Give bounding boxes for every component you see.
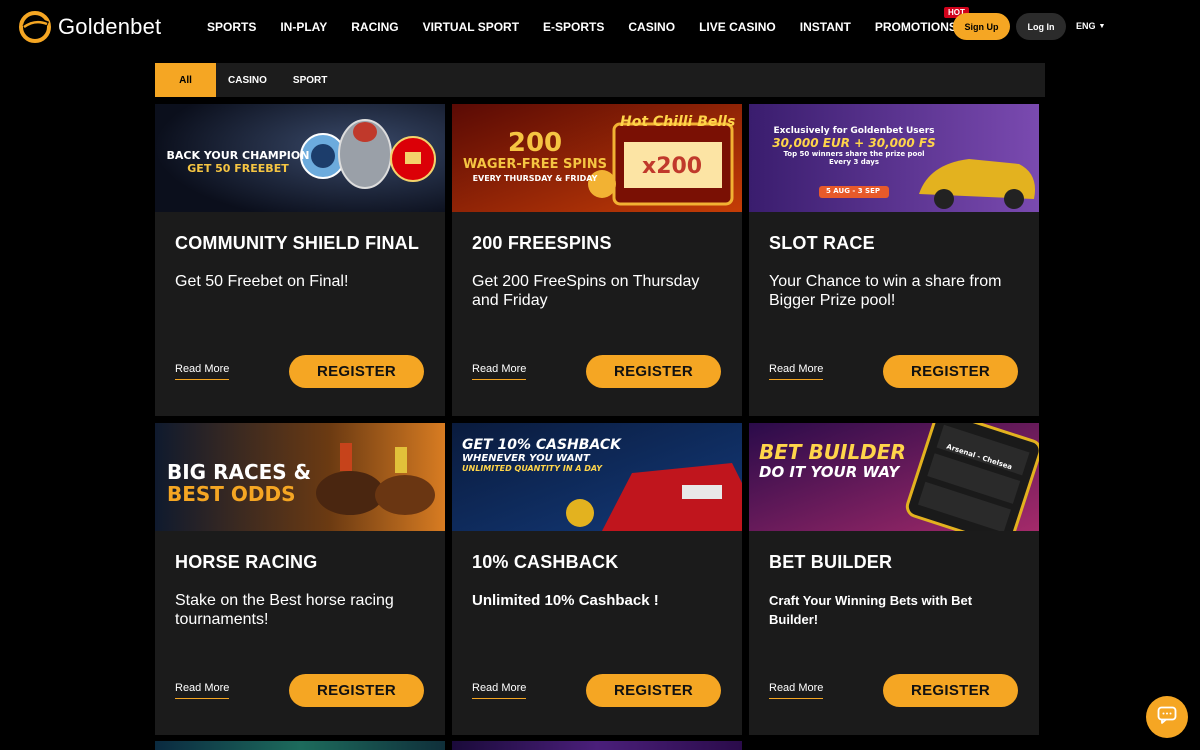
banner-text: BET BUILDER [759, 440, 906, 464]
language-selector[interactable]: ENG ▼ [1076, 21, 1105, 31]
banner-text: DO IT YOUR WAY [759, 463, 900, 481]
card-description: Your Chance to win a share from Bigger P… [769, 273, 1002, 309]
promo-banner-slot-race[interactable]: Exclusively for Goldenbet Users 30,000 E… [749, 104, 1039, 212]
read-more-link[interactable]: Read More [769, 363, 824, 380]
promo-card-cashback: GET 10% CASHBACK WHENEVER YOU WANT UNLIM… [452, 423, 742, 735]
banner-text: Top 50 winners share the prize pool [783, 150, 925, 158]
banner-text: WHENEVER YOU WANT [462, 453, 590, 464]
nav-live-casino[interactable]: LIVE CASINO [699, 20, 776, 34]
top-header: Goldenbet SPORTS IN-PLAY RACING VIRTUAL … [0, 0, 1200, 55]
nav-promotions-label: PROMOTIONS [874, 20, 957, 34]
read-more-link[interactable]: Read More [175, 682, 230, 699]
card-description: Unlimited 10% Cashback ! [472, 592, 659, 609]
read-more-link[interactable]: Read More [472, 363, 527, 380]
register-button[interactable]: REGISTER [289, 674, 424, 707]
card-description: Get 200 FreeSpins on Thursday and Friday [472, 273, 700, 309]
nav-instant[interactable]: INSTANT [800, 20, 851, 34]
tab-casino[interactable]: CASINO [216, 63, 279, 97]
banner-text: GET 10% CASHBACK [462, 437, 621, 453]
read-more-link[interactable]: Read More [472, 682, 527, 699]
banner-text: GET 50 FREEBET [187, 162, 289, 175]
card-title: HORSE RACING [175, 552, 318, 572]
card-description: Craft Your Winning Bets with Bet Builder… [769, 593, 973, 627]
card-description: Stake on the Best horse racing tournamen… [175, 592, 394, 628]
chat-bubble-icon [1157, 706, 1177, 729]
nav-casino[interactable]: CASINO [628, 20, 675, 34]
nav-racing[interactable]: RACING [351, 20, 398, 34]
promo-banner-cashback[interactable]: GET 10% CASHBACK WHENEVER YOU WANT UNLIM… [452, 423, 742, 531]
register-button[interactable]: REGISTER [586, 355, 721, 388]
promo-banner-bet-builder[interactable]: Arsenal - Chelsea BET BUILDER DO IT YOUR… [749, 423, 1039, 531]
promo-banner-community-shield[interactable]: BACK YOUR CHAMPION GET 50 FREEBET [155, 104, 445, 212]
register-button[interactable]: REGISTER [883, 355, 1018, 388]
card-title: 10% CASHBACK [472, 552, 619, 572]
card-title: COMMUNITY SHIELD FINAL [175, 233, 420, 253]
promo-filter-tabs: All CASINO SPORT [155, 63, 1045, 97]
banner-text: BACK YOUR CHAMPION [166, 149, 310, 162]
promo-card-partial[interactable] [452, 741, 742, 750]
banner-text: UNLIMITED QUANTITY IN A DAY [462, 464, 602, 473]
nav-virtual-sport[interactable]: VIRTUAL SPORT [423, 20, 519, 34]
tab-sport[interactable]: SPORT [279, 63, 339, 97]
language-label: ENG [1076, 21, 1096, 31]
promo-card-bet-builder: Arsenal - Chelsea BET BUILDER DO IT YOUR… [749, 423, 1039, 735]
banner-text: BIG RACES & [167, 460, 312, 484]
card-title: 200 FREESPINS [472, 233, 612, 253]
register-button[interactable]: REGISTER [289, 355, 424, 388]
banner-text: EVERY THURSDAY & FRIDAY [472, 174, 598, 183]
banner-text: Exclusively for Goldenbet Users [773, 126, 935, 136]
card-description: Get 50 Freebet on Final! [175, 273, 349, 290]
banner-text: 200 [507, 128, 563, 158]
nav-in-play[interactable]: IN-PLAY [280, 20, 327, 34]
banner-text: WAGER-FREE SPINS [463, 157, 607, 172]
promo-card-slot-race: Exclusively for Goldenbet Users 30,000 E… [749, 104, 1039, 416]
promo-banner-freespins[interactable]: Hot Chilli Bells x200 200 WAGER-FREE SPI… [452, 104, 742, 212]
chat-button[interactable] [1146, 696, 1188, 738]
logo[interactable]: Goldenbet [18, 10, 161, 44]
banner-text: BEST ODDS [167, 482, 296, 506]
nav-e-sports[interactable]: E-SPORTS [543, 20, 604, 34]
promo-card-partial[interactable] [155, 741, 445, 750]
read-more-link[interactable]: Read More [769, 682, 824, 699]
card-title: BET BUILDER [769, 552, 893, 572]
nav-promotions[interactable]: PROMOTIONS HOT [874, 7, 969, 34]
card-title: SLOT RACE [769, 233, 875, 253]
promo-card-200-freespins: Hot Chilli Bells x200 200 WAGER-FREE SPI… [452, 104, 742, 416]
promo-banner-horse-racing[interactable]: BIG RACES & BEST ODDS [155, 423, 445, 531]
log-in-button[interactable]: Log In [1016, 13, 1066, 40]
promo-card-community-shield: BACK YOUR CHAMPION GET 50 FREEBET COMMUN… [155, 104, 445, 416]
banner-text: 30,000 EUR + 30,000 FS [772, 136, 936, 150]
register-button[interactable]: REGISTER [586, 674, 721, 707]
logo-text: Goldenbet [58, 14, 162, 39]
banner-text: Hot Chilli Bells [620, 114, 736, 130]
caret-down-icon: ▼ [1098, 22, 1106, 30]
register-button[interactable]: REGISTER [883, 674, 1018, 707]
main-nav: SPORTS IN-PLAY RACING VIRTUAL SPORT E-SP… [207, 7, 969, 34]
nav-sports[interactable]: SPORTS [207, 20, 256, 34]
tab-all[interactable]: All [155, 63, 216, 97]
banner-text: x200 [642, 154, 703, 179]
goldenbet-logo-icon [18, 10, 52, 44]
read-more-link[interactable]: Read More [175, 363, 230, 380]
sign-up-button[interactable]: Sign Up [953, 13, 1010, 40]
banner-text: Every 3 days [828, 158, 880, 166]
banner-text: 5 AUG - 3 SEP [826, 187, 880, 195]
promo-card-horse-racing: BIG RACES & BEST ODDS HORSE RACING Stake… [155, 423, 445, 735]
